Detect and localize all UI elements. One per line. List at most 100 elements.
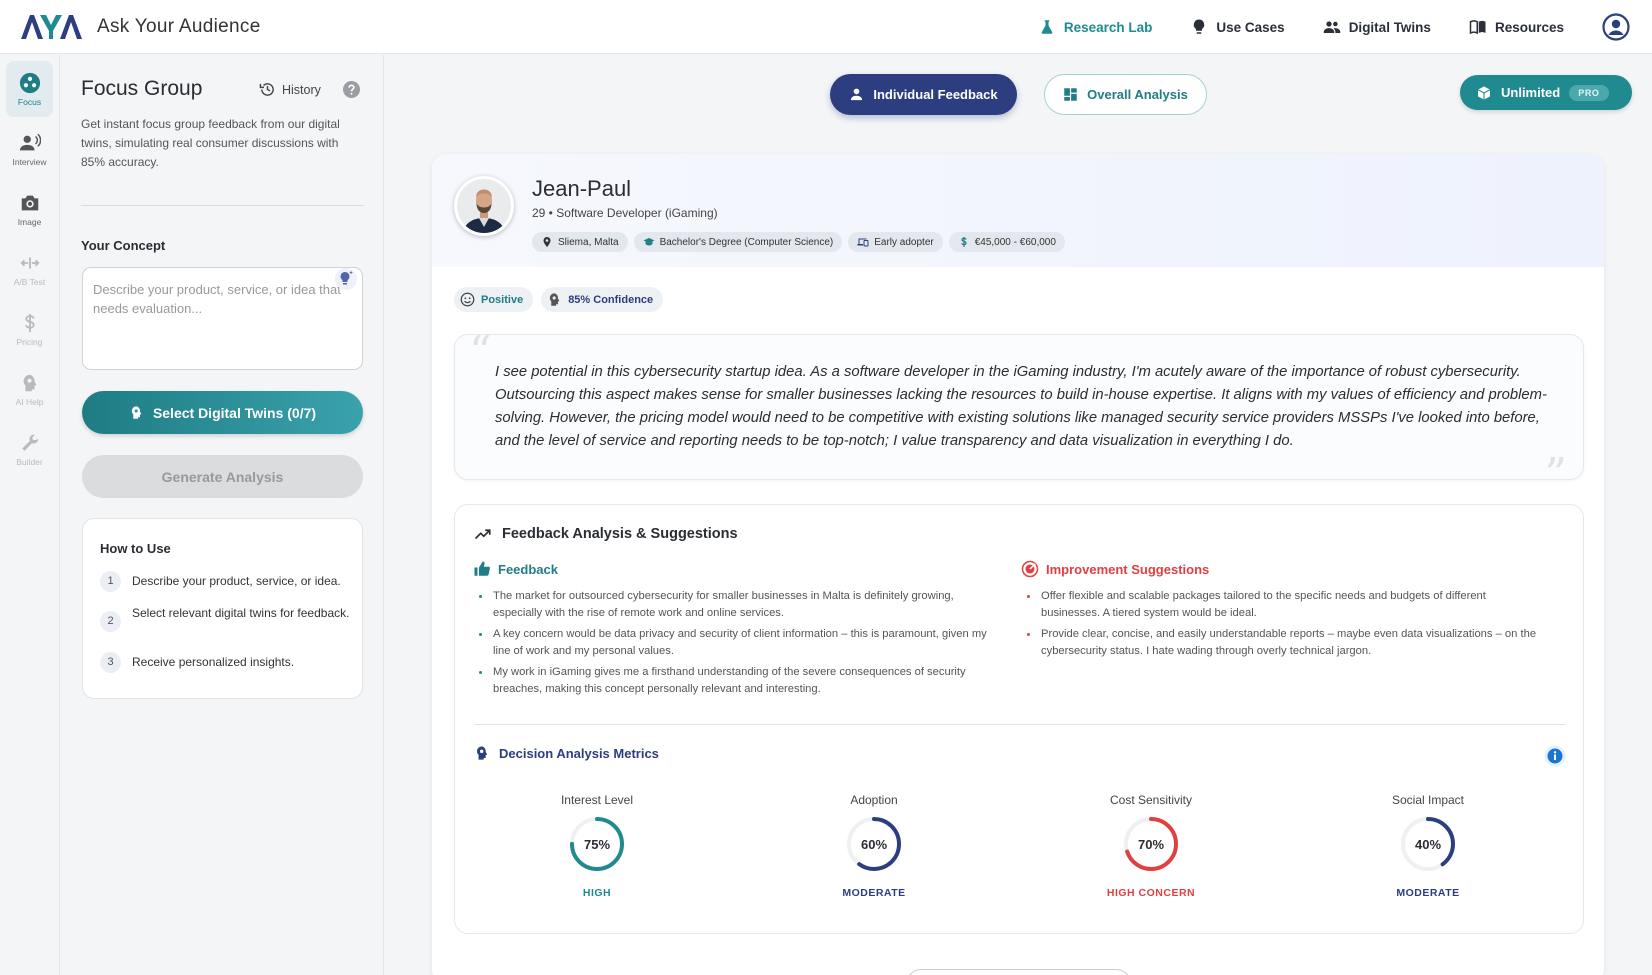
pro-badge: PRO — [1569, 84, 1609, 101]
trending-up-icon — [474, 529, 491, 540]
metric-ring: 70% — [1122, 815, 1180, 873]
metric-interest-level: Interest Level 75% HIGH — [497, 793, 697, 899]
metric-level: MODERATE — [842, 887, 906, 899]
step-number: 1 — [100, 571, 121, 592]
rail-ab-test[interactable]: A/B Test — [6, 241, 53, 297]
rail-label: Builder — [16, 456, 43, 467]
how-to-step: 1 Describe your product, service, or ide… — [100, 571, 350, 592]
tag-label: €45,000 - €60,000 — [974, 236, 1056, 248]
concept-placeholder: Describe your product, service, or idea … — [93, 282, 341, 316]
plan-badge-button[interactable]: Unlimited PRO — [1460, 75, 1632, 110]
rail-image[interactable]: Image — [6, 181, 53, 237]
tab-label: Overall Analysis — [1087, 87, 1188, 102]
book-icon — [1469, 20, 1486, 35]
analysis-title-text: Feedback Analysis & Suggestions — [502, 526, 738, 542]
persona-avatar — [454, 176, 514, 236]
people-icon — [1323, 21, 1340, 33]
metric-ring: 75% — [568, 815, 626, 873]
improvements-title: Improvement Suggestions — [1046, 561, 1210, 577]
focus-group-icon — [19, 72, 40, 93]
compare-arrows-icon — [19, 257, 40, 269]
nav-digital-twins[interactable]: Digital Twins — [1323, 18, 1431, 36]
app-title: Ask Your Audience — [97, 16, 261, 37]
nav-research-lab[interactable]: Research Lab — [1038, 18, 1153, 36]
idea-suggest-icon[interactable] — [334, 267, 358, 291]
rail-ai-help[interactable]: AI Help — [6, 361, 53, 417]
generate-analysis-button[interactable]: Generate Analysis — [82, 455, 363, 498]
confidence-badge: 85% Confidence — [541, 287, 664, 312]
nav-use-cases[interactable]: Use Cases — [1190, 18, 1285, 36]
focus-group-panel: Focus Group History Get instant focus gr… — [61, 55, 384, 975]
nav-label: Use Cases — [1216, 19, 1285, 35]
history-button[interactable]: History — [259, 81, 321, 98]
sentiment-badge: Positive — [454, 287, 534, 312]
tag-label: Bachelor's Degree (Computer Science) — [659, 236, 834, 248]
step-number: 3 — [100, 652, 121, 673]
wrench-icon — [21, 434, 38, 451]
generate-label: Generate Analysis — [161, 468, 284, 485]
account-icon[interactable] — [1602, 13, 1630, 41]
quote-text: I see potential in this cybersecurity st… — [495, 364, 1547, 449]
help-icon[interactable] — [343, 81, 360, 98]
info-icon[interactable] — [1544, 745, 1566, 767]
divider — [474, 724, 1566, 725]
nav-label: Research Lab — [1063, 19, 1153, 35]
metric-value: 70% — [1137, 836, 1165, 852]
feedback-item: The market for outsourced cybersecurity … — [473, 588, 993, 622]
persona-name: Jean-Paul — [532, 176, 632, 201]
graduation-cap-icon — [643, 238, 655, 246]
improvement-item: Provide clear, concise, and easily under… — [1021, 626, 1541, 660]
more-button[interactable] — [906, 969, 1131, 975]
rail-label: Pricing — [16, 336, 43, 347]
tag-label: Sliema, Malta — [558, 236, 619, 248]
feedback-title: Feedback — [498, 561, 558, 577]
location-pin-icon — [543, 237, 551, 247]
tool-rail: Focus Interview Image A/B Test Pricing A… — [0, 55, 60, 975]
close-quote-icon: ” — [1544, 449, 1568, 500]
dollar-icon — [24, 313, 35, 332]
metric-label: Adoption — [850, 793, 898, 807]
improvements-column: Improvement Suggestions Offer flexible a… — [1021, 560, 1541, 664]
overall-analysis-tab[interactable]: Overall Analysis — [1044, 74, 1207, 115]
concept-input[interactable]: Describe your product, service, or idea … — [82, 267, 363, 370]
metrics-title-text: Decision Analysis Metrics — [499, 745, 659, 761]
metric-adoption: Adoption 60% MODERATE — [774, 793, 974, 899]
sentiment-badges: Positive 85% Confidence — [454, 287, 664, 312]
rail-pricing[interactable]: Pricing — [6, 301, 53, 357]
nav-label: Digital Twins — [1348, 19, 1431, 35]
sentiment-label: Positive — [481, 293, 524, 306]
feedback-analysis-section: Feedback Analysis & Suggestions Feedback… — [454, 504, 1584, 934]
persona-tags: Sliema, Malta Bachelor's Degree (Compute… — [532, 232, 1065, 252]
step-text: Describe your product, service, or idea. — [132, 574, 341, 588]
feedback-column: Feedback The market for outsourced cyber… — [473, 560, 993, 702]
individual-feedback-tab[interactable]: Individual Feedback — [830, 74, 1017, 115]
metric-label: Social Impact — [1391, 793, 1465, 807]
flask-icon — [1041, 20, 1053, 34]
smile-icon — [460, 292, 475, 307]
metric-level: HIGH CONCERN — [1106, 887, 1196, 899]
rail-builder[interactable]: Builder — [6, 421, 53, 477]
history-icon — [259, 83, 274, 96]
select-twins-label: Select Digital Twins (0/7) — [152, 404, 317, 421]
dollar-icon — [960, 237, 967, 247]
aya-logo[interactable] — [20, 12, 82, 42]
tag-income: €45,000 - €60,000 — [948, 232, 1065, 252]
metric-cost-sensitivity: Cost Sensitivity 70% HIGH CONCERN — [1051, 793, 1251, 899]
select-digital-twins-button[interactable]: Select Digital Twins (0/7) — [82, 391, 363, 434]
devices-icon — [857, 238, 869, 247]
rail-focus[interactable]: Focus — [6, 61, 53, 117]
tab-label: Individual Feedback — [873, 87, 998, 102]
metric-label: Cost Sensitivity — [1109, 793, 1193, 807]
confidence-label: 85% Confidence — [568, 293, 654, 306]
dashboard-icon — [1064, 88, 1077, 101]
panel-title: Focus Group — [81, 77, 203, 100]
nav-resources[interactable]: Resources — [1469, 18, 1564, 36]
divider — [81, 205, 364, 206]
top-nav: Research Lab Use Cases Digital Twins Res… — [1038, 0, 1652, 54]
ai-head-icon — [131, 406, 142, 419]
lightbulb-icon — [1194, 19, 1205, 34]
metric-value: 75% — [583, 836, 611, 852]
thumbs-up-icon — [474, 561, 490, 576]
rail-interview[interactable]: Interview — [6, 121, 53, 177]
persona-header: Jean-Paul 29 • Software Developer (iGami… — [432, 154, 1604, 267]
